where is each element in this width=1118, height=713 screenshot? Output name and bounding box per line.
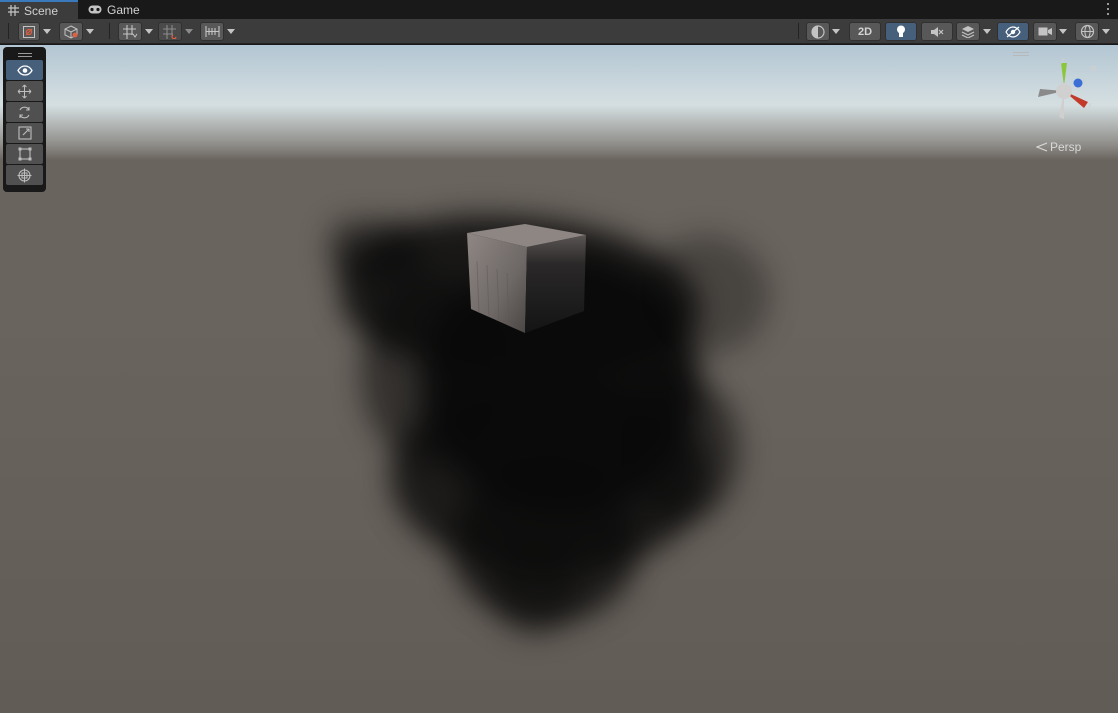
transform-icon	[17, 168, 32, 182]
speaker-muted-icon	[931, 26, 944, 37]
toolbar-grip	[8, 23, 9, 39]
chevron-down-icon	[982, 29, 991, 34]
chevron-down-icon	[144, 29, 153, 34]
chevron-down-icon	[42, 29, 51, 34]
grid-snapping-dropdown[interactable]	[182, 22, 195, 41]
view-tool-button[interactable]	[6, 60, 43, 80]
grid-visibility-dropdown[interactable]	[142, 22, 155, 41]
gizmos-dropdown[interactable]	[1099, 22, 1112, 41]
move-arrows-icon	[17, 84, 32, 98]
grid-snap-icon	[122, 24, 137, 39]
gizmo-globe-icon	[1080, 24, 1094, 39]
increment-snap-dropdown[interactable]	[224, 22, 237, 41]
gizmo-axis-y-label: y	[1061, 57, 1065, 64]
tool-handle-position-button[interactable]	[18, 22, 40, 41]
layers-icon	[961, 26, 975, 38]
scale-tool-button[interactable]	[6, 123, 43, 143]
grid-visibility-button[interactable]	[118, 22, 142, 41]
grid-snap-toggle-icon	[162, 24, 177, 39]
tool-handle-rotation-dropdown[interactable]	[83, 22, 96, 41]
tool-handle-position-dropdown[interactable]	[40, 22, 53, 41]
gizmo-axis-z-label: z	[1082, 77, 1086, 84]
ruler-icon	[204, 26, 220, 37]
gizmo-drag-handle[interactable]	[1013, 52, 1029, 56]
scene-visibility-button[interactable]	[997, 22, 1029, 41]
gizmos-button[interactable]	[1075, 22, 1099, 41]
projection-toggle[interactable]: Persp	[1036, 140, 1081, 154]
scale-icon	[17, 126, 32, 140]
scene-camera-dropdown[interactable]	[1056, 22, 1069, 41]
shaded-sphere-icon	[811, 24, 825, 39]
effects-dropdown[interactable]	[980, 22, 993, 41]
transform-tool-button[interactable]	[6, 165, 43, 185]
orientation-gizmo[interactable]: y z x	[1030, 56, 1098, 124]
palette-drag-handle[interactable]	[6, 50, 43, 59]
chevron-down-icon	[184, 29, 193, 34]
tab-game-label: Game	[107, 2, 140, 17]
audio-toggle-button[interactable]	[921, 22, 953, 41]
rect-tool-button[interactable]	[6, 144, 43, 164]
tab-menu-icon[interactable]	[1104, 2, 1112, 16]
rotate-icon	[19, 106, 30, 118]
pivot-icon	[23, 25, 35, 38]
chevron-down-icon	[1101, 29, 1110, 34]
chevron-down-icon	[226, 29, 235, 34]
toolbar-separator	[109, 23, 110, 39]
tool-palette	[3, 47, 46, 192]
scene-viewport[interactable]: y z x Persp	[0, 45, 1118, 713]
chevron-down-icon	[1058, 29, 1067, 34]
gamepad-icon	[88, 5, 102, 14]
grid-snapping-button[interactable]	[158, 22, 182, 41]
eye-hidden-icon	[1005, 25, 1021, 38]
tab-game[interactable]: Game	[80, 0, 150, 19]
chevron-down-icon	[85, 29, 94, 34]
draw-mode-button[interactable]	[806, 22, 830, 41]
camera-icon	[1038, 27, 1052, 36]
rotate-tool-button[interactable]	[6, 102, 43, 122]
lightbulb-icon	[897, 25, 905, 37]
tab-scene-label: Scene	[24, 3, 59, 18]
scene-camera-button[interactable]	[1033, 22, 1057, 41]
toggle-2d-button[interactable]: 2D	[849, 22, 881, 41]
scene-toolbar: 2D	[0, 19, 1118, 44]
window-tab-bar: Scene Game	[0, 0, 1118, 19]
gizmo-axis-x-label: x	[1088, 102, 1092, 109]
tool-handle-rotation-button[interactable]	[59, 22, 83, 41]
perspective-icon	[1036, 142, 1048, 152]
move-tool-button[interactable]	[6, 81, 43, 101]
projection-label: Persp	[1050, 140, 1082, 154]
lighting-toggle-button[interactable]	[885, 22, 917, 41]
cube-local-icon	[64, 24, 77, 39]
draw-mode-dropdown[interactable]	[829, 22, 842, 41]
smoke-volume	[0, 45, 1118, 713]
effects-button[interactable]	[956, 22, 980, 41]
eye-icon	[16, 64, 33, 76]
tab-scene[interactable]: Scene	[0, 0, 78, 19]
chevron-down-icon	[831, 29, 840, 34]
increment-snap-button[interactable]	[200, 22, 224, 41]
toggle-2d-label: 2D	[857, 25, 873, 38]
cube-object[interactable]	[465, 221, 589, 335]
grid-icon	[8, 5, 19, 16]
toolbar-separator	[798, 23, 799, 39]
rect-transform-icon	[18, 147, 31, 161]
